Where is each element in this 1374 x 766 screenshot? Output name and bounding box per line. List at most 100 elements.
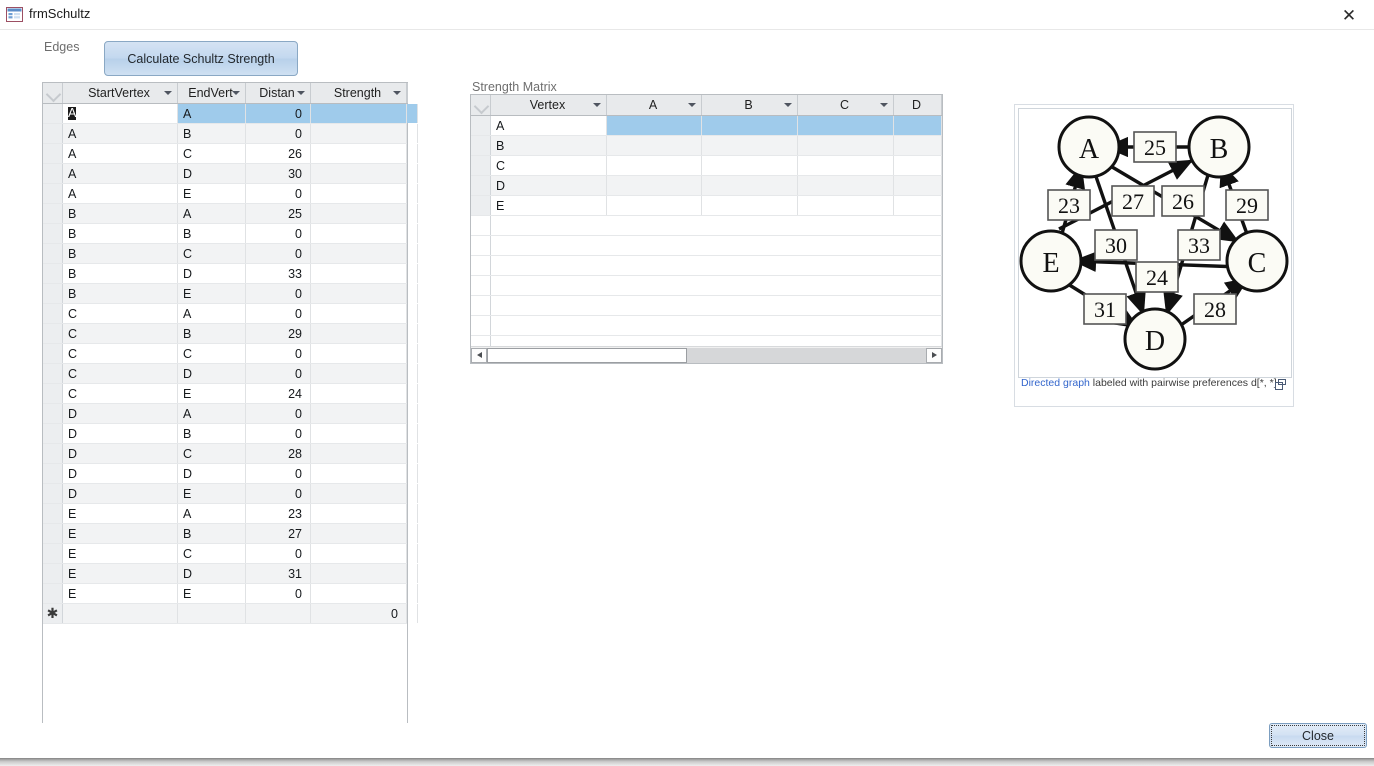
table-row[interactable]: D <box>471 176 942 196</box>
cell-endvertex[interactable]: E <box>178 384 246 403</box>
row-selector[interactable] <box>43 164 63 183</box>
cell-strength[interactable] <box>311 184 407 203</box>
new-record-selector[interactable]: ✱ <box>43 604 63 623</box>
chevron-down-icon[interactable] <box>593 103 601 107</box>
table-row[interactable]: BB0 <box>43 224 418 244</box>
row-selector[interactable] <box>471 156 491 175</box>
cell-endvertex[interactable]: D <box>178 164 246 183</box>
cell-strength[interactable] <box>311 484 407 503</box>
cell-a[interactable] <box>607 176 702 195</box>
cell-a[interactable] <box>607 116 702 135</box>
column-header-endvertex[interactable]: EndVert <box>178 83 246 103</box>
row-selector[interactable] <box>43 144 63 163</box>
cell-strength[interactable] <box>311 324 407 343</box>
row-selector[interactable] <box>43 384 63 403</box>
cell-strength[interactable] <box>311 364 407 383</box>
table-row[interactable]: A C 26 <box>43 144 418 164</box>
table-row[interactable]: E A 23 <box>43 504 418 524</box>
cell-distance[interactable]: 31 <box>246 564 311 583</box>
row-selector[interactable] <box>43 244 63 263</box>
cell-endvertex[interactable]: D <box>178 564 246 583</box>
row-selector[interactable] <box>43 104 63 123</box>
row-selector[interactable] <box>471 176 491 195</box>
cell-distance[interactable]: 27 <box>246 524 311 543</box>
cell-strength[interactable] <box>311 584 407 603</box>
cell-vertex[interactable]: E <box>491 196 607 215</box>
table-row[interactable]: EE0 <box>43 584 418 604</box>
table-row[interactable]: DE0 <box>43 484 418 504</box>
cell-b[interactable] <box>702 116 798 135</box>
cell-a[interactable] <box>607 196 702 215</box>
scroll-right-button[interactable] <box>926 347 942 363</box>
row-selector[interactable] <box>43 584 63 603</box>
cell-endvertex[interactable]: B <box>178 524 246 543</box>
cell-vertex[interactable]: D <box>491 176 607 195</box>
calculate-schultz-strength-button[interactable]: Calculate Schultz Strength <box>104 41 298 76</box>
cell-d[interactable] <box>894 176 942 195</box>
cell-b[interactable] <box>702 156 798 175</box>
cell-endvertex[interactable]: D <box>178 264 246 283</box>
row-selector[interactable] <box>43 564 63 583</box>
cell-vertex[interactable]: A <box>491 116 607 135</box>
close-button[interactable]: Close <box>1269 723 1367 748</box>
cell-distance[interactable]: 0 <box>246 364 311 383</box>
cell-endvertex[interactable]: A <box>178 104 246 123</box>
scrollbar-track[interactable] <box>487 347 926 363</box>
cell-b[interactable] <box>702 136 798 155</box>
cell-endvertex[interactable]: E <box>178 584 246 603</box>
table-row[interactable]: B D 33 <box>43 264 418 284</box>
new-record-cell[interactable] <box>246 604 311 623</box>
table-row[interactable]: C B 29 <box>43 324 418 344</box>
cell-strength[interactable] <box>311 264 407 283</box>
cell-distance[interactable]: 0 <box>246 184 311 203</box>
cell-c[interactable] <box>798 156 894 175</box>
chevron-down-icon[interactable] <box>784 103 792 107</box>
cell-distance[interactable]: 28 <box>246 444 311 463</box>
cell-distance[interactable]: 26 <box>246 144 311 163</box>
cell-startvertex[interactable]: A <box>63 184 178 203</box>
row-selector[interactable] <box>43 284 63 303</box>
cell-distance[interactable]: 0 <box>246 124 311 143</box>
cell-distance[interactable]: 24 <box>246 384 311 403</box>
table-row[interactable]: DB0 <box>43 424 418 444</box>
cell-endvertex[interactable]: E <box>178 484 246 503</box>
cell-vertex[interactable]: B <box>491 136 607 155</box>
table-row[interactable]: DA0 <box>43 404 418 424</box>
cell-distance[interactable]: 0 <box>246 464 311 483</box>
cell-startvertex[interactable]: E <box>63 544 178 563</box>
row-selector[interactable] <box>43 484 63 503</box>
cell-strength[interactable] <box>311 564 407 583</box>
cell-endvertex[interactable]: D <box>178 464 246 483</box>
cell-strength[interactable] <box>311 444 407 463</box>
cell-a[interactable] <box>607 156 702 175</box>
cell-startvertex[interactable]: A <box>63 124 178 143</box>
cell-distance[interactable]: 0 <box>246 584 311 603</box>
cell-strength[interactable] <box>311 244 407 263</box>
cell-strength[interactable] <box>311 424 407 443</box>
column-header-b[interactable]: B <box>702 95 798 115</box>
cell-strength[interactable] <box>311 104 407 123</box>
row-selector[interactable] <box>43 184 63 203</box>
cell-distance[interactable]: 30 <box>246 164 311 183</box>
cell-endvertex[interactable]: D <box>178 364 246 383</box>
column-header-vertex[interactable]: Vertex <box>491 95 607 115</box>
table-row[interactable]: E <box>471 196 942 216</box>
table-row[interactable]: A D 30 <box>43 164 418 184</box>
window-close-icon[interactable]: ✕ <box>1332 4 1366 26</box>
cell-b[interactable] <box>702 196 798 215</box>
cell-strength[interactable] <box>311 144 407 163</box>
cell-strength[interactable] <box>311 344 407 363</box>
cell-startvertex[interactable]: C <box>63 364 178 383</box>
cell-distance[interactable]: 0 <box>246 424 311 443</box>
cell-strength[interactable] <box>311 504 407 523</box>
cell-startvertex[interactable]: D <box>63 444 178 463</box>
chevron-down-icon[interactable] <box>164 91 172 95</box>
cell-distance[interactable]: 0 <box>246 104 311 123</box>
cell-c[interactable] <box>798 136 894 155</box>
cell-edit-caret[interactable]: A <box>68 107 77 120</box>
cell-startvertex[interactable]: E <box>63 504 178 523</box>
new-record-cell[interactable]: 0 <box>311 604 407 623</box>
cell-d[interactable] <box>894 156 942 175</box>
expand-icon[interactable] <box>1275 377 1286 390</box>
cell-strength[interactable] <box>311 524 407 543</box>
